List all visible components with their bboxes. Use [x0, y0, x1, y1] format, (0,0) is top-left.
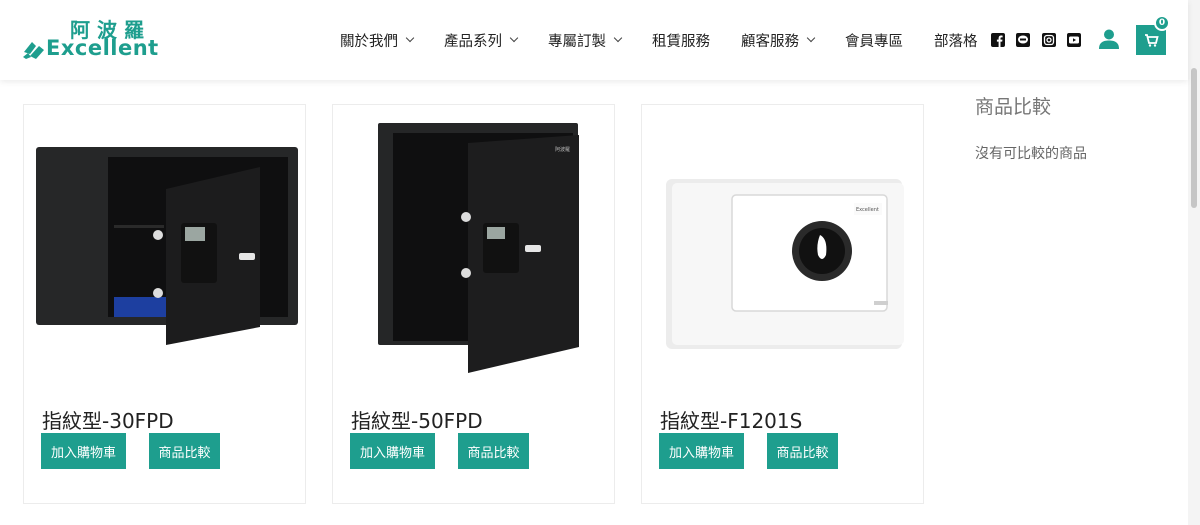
product-image[interactable]: 阿波羅: [333, 105, 614, 385]
nav-item-members[interactable]: 會員專區: [845, 30, 903, 50]
nav-item-about[interactable]: 關於我們: [340, 30, 415, 50]
user-account-icon[interactable]: [1098, 28, 1120, 50]
compare-button[interactable]: 商品比較: [767, 433, 838, 469]
main-nav: 關於我們 產品系列 專屬訂製 租賃服務 顧客服務 會員專區 部落格: [340, 30, 1009, 50]
add-to-cart-button[interactable]: 加入購物車: [41, 433, 126, 469]
nav-label: 會員專區: [845, 33, 903, 50]
site-header: 阿波羅 Excellent 關於我們 產品系列 專屬訂製 租賃服務 顧客服務 會…: [0, 0, 1188, 80]
compare-widget-title: 商品比較: [975, 96, 1052, 118]
product-card[interactable]: Excellent 指紋型-F1201S 加入購物車 商品比較: [641, 104, 924, 504]
nav-label: 顧客服務: [741, 33, 799, 50]
instagram-icon[interactable]: [1042, 33, 1056, 47]
chevron-down-icon: [509, 33, 519, 43]
line-icon[interactable]: [1016, 33, 1030, 47]
product-image[interactable]: Excellent: [642, 105, 923, 385]
compare-empty-message: 沒有可比較的商品: [975, 146, 1087, 162]
nav-item-rental[interactable]: 租賃服務: [652, 30, 710, 50]
nav-label: 租賃服務: [652, 33, 710, 50]
chevron-down-icon: [613, 33, 623, 43]
nav-item-blog[interactable]: 部落格: [934, 30, 978, 50]
add-to-cart-button[interactable]: 加入購物車: [659, 433, 744, 469]
cart-count-badge: 0: [1154, 15, 1170, 31]
svg-text:阿波羅: 阿波羅: [555, 146, 570, 153]
compare-button[interactable]: 商品比較: [149, 433, 220, 469]
nav-label: 專屬訂製: [548, 33, 606, 50]
logo-mark-icon: [23, 42, 44, 59]
nav-item-products[interactable]: 產品系列: [444, 30, 519, 50]
product-image[interactable]: [24, 105, 305, 385]
youtube-icon[interactable]: [1067, 33, 1081, 47]
product-name[interactable]: 指紋型-30FPD: [42, 405, 174, 434]
nav-item-customer-service[interactable]: 顧客服務: [741, 30, 816, 50]
site-logo[interactable]: 阿波羅 Excellent: [22, 14, 192, 66]
chevron-down-icon: [806, 33, 816, 43]
facebook-icon[interactable]: [991, 33, 1005, 47]
page-scrollbar[interactable]: [1188, 0, 1200, 525]
product-name[interactable]: 指紋型-F1201S: [660, 405, 802, 434]
scrollbar-thumb[interactable]: [1191, 68, 1197, 208]
nav-label: 產品系列: [444, 33, 502, 50]
add-to-cart-button[interactable]: 加入購物車: [350, 433, 435, 469]
chevron-down-icon: [405, 33, 415, 43]
logo-english-text: Excellent: [46, 36, 159, 60]
nav-label: 關於我們: [340, 33, 398, 50]
product-card[interactable]: 阿波羅 指紋型-50FPD 加入購物車 商品比較: [332, 104, 615, 504]
product-name[interactable]: 指紋型-50FPD: [351, 405, 483, 434]
compare-button[interactable]: 商品比較: [458, 433, 529, 469]
svg-text:Excellent: Excellent: [856, 207, 879, 213]
product-card[interactable]: 指紋型-30FPD 加入購物車 商品比較: [23, 104, 306, 504]
nav-item-custom[interactable]: 專屬訂製: [548, 30, 623, 50]
nav-label: 部落格: [934, 33, 978, 50]
